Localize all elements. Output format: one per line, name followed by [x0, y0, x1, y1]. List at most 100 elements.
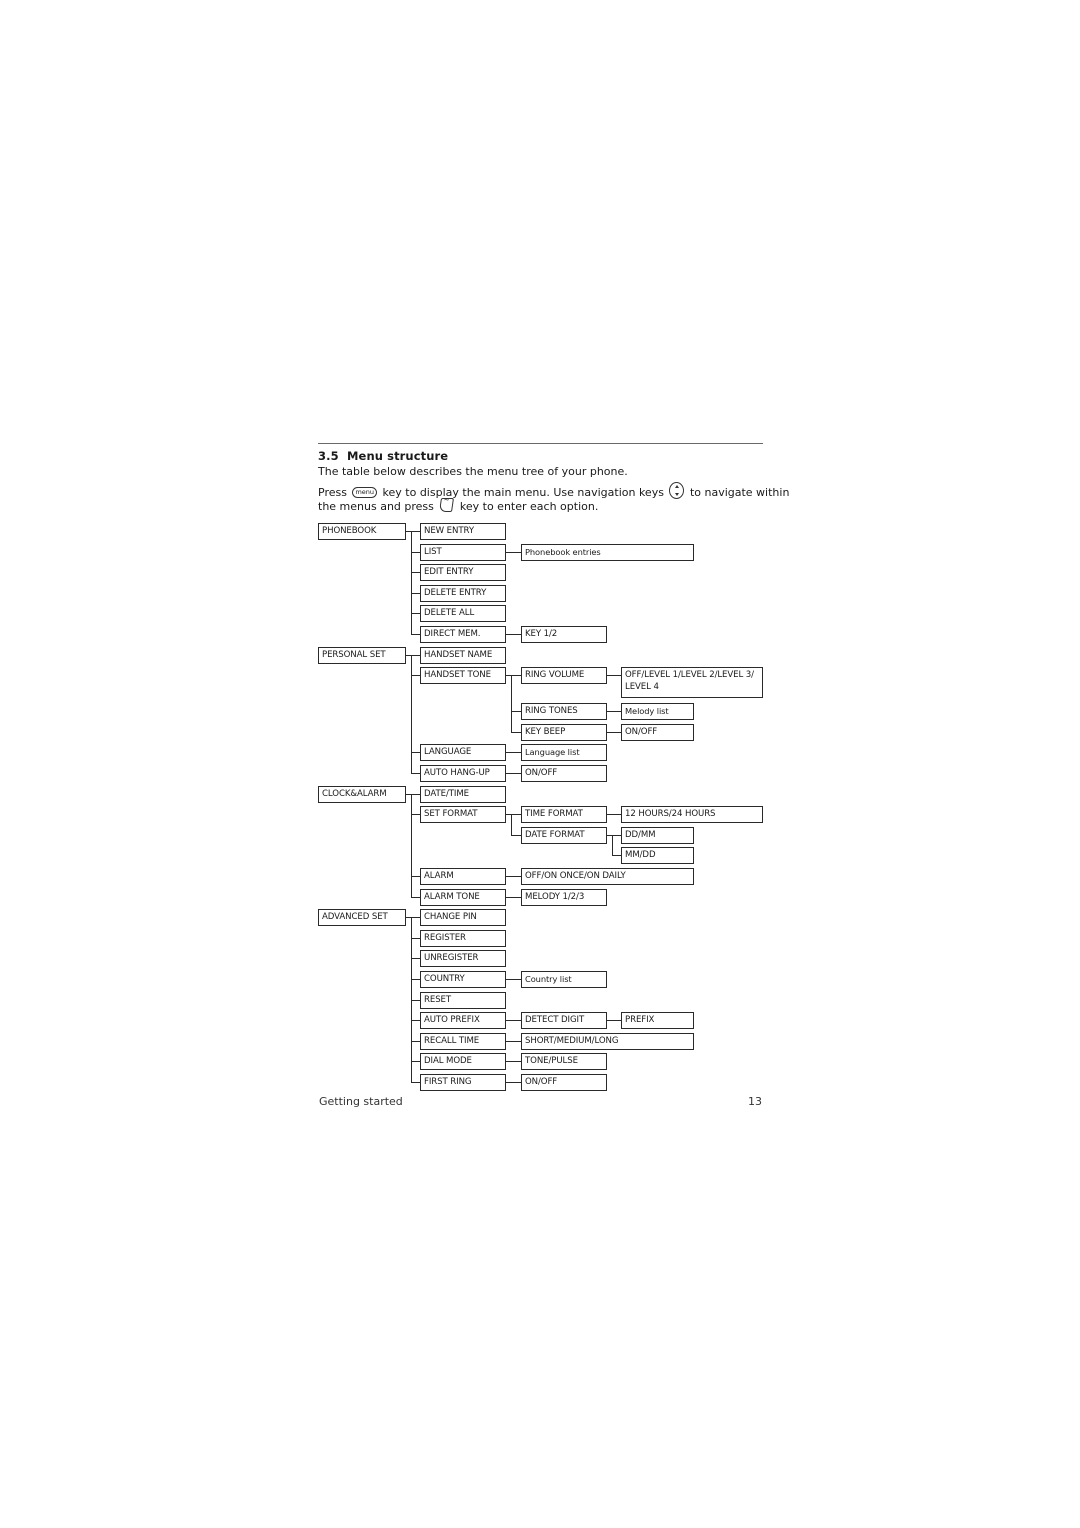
connector-branch	[612, 732, 621, 733]
menu-category-box: ADVANCED SET	[318, 909, 406, 926]
menu-option-box: RING TONES	[521, 703, 607, 720]
connector-branch	[511, 814, 521, 815]
connector-branch	[511, 1020, 521, 1021]
connector-branch	[411, 979, 420, 980]
connector-trunk	[511, 814, 512, 836]
menu-option-box: 12 HOURS/24 HOURS	[621, 806, 763, 823]
connector-branch	[612, 675, 621, 676]
connector-branch	[411, 1082, 420, 1083]
footer-section-name: Getting started	[319, 1095, 403, 1108]
instruction-line-2: the menus and press key to enter each op…	[318, 498, 598, 513]
page-number: 13	[748, 1095, 762, 1108]
intro-text: The table below describes the menu tree …	[318, 465, 628, 478]
section-number: 3.5	[318, 449, 339, 463]
connector-branch	[511, 773, 521, 774]
connector-branch	[511, 897, 521, 898]
menu-key-icon: menu	[352, 487, 378, 498]
menu-option-box: ON/OFF	[621, 724, 694, 741]
connector-branch	[411, 1061, 420, 1062]
menu-option-box: DD/MM	[621, 827, 694, 844]
connector-branch	[411, 1020, 420, 1021]
connector-branch	[612, 711, 621, 712]
menu-option-box: MELODY 1/2/3	[521, 889, 607, 906]
menu-option-box: AUTO HANG-UP	[420, 765, 506, 782]
menu-option-box: KEY 1/2	[521, 626, 607, 643]
menu-option-box: AUTO PREFIX	[420, 1012, 506, 1029]
connector-branch	[511, 1061, 521, 1062]
menu-option-box: DATE/TIME	[420, 786, 506, 803]
navigation-keys-icon	[669, 482, 685, 499]
connector-branch	[411, 773, 420, 774]
connector-branch	[511, 1082, 521, 1083]
menu-option-box: OFF/LEVEL 1/LEVEL 2/LEVEL 3/ LEVEL 4	[621, 667, 763, 698]
connector-branch	[411, 794, 420, 795]
menu-option-box: TONE/PULSE	[521, 1053, 607, 1070]
connector-branch	[411, 814, 420, 815]
menu-option-box: HANDSET TONE	[420, 667, 506, 684]
menu-option-box: LANGUAGE	[420, 744, 506, 761]
menu-option-box: KEY BEEP	[521, 724, 607, 741]
connector-branch	[511, 1041, 521, 1042]
menu-option-box: DELETE ENTRY	[420, 585, 506, 602]
connector-trunk	[511, 675, 512, 733]
connector-branch	[411, 917, 420, 918]
menu-option-box: SHORT/MEDIUM/LONG	[521, 1033, 694, 1050]
connector-branch	[511, 979, 521, 980]
menu-option-box: RESET	[420, 992, 506, 1009]
menu-option-box: Melody list	[621, 703, 694, 720]
section-rule	[318, 443, 763, 444]
menu-option-box: UNREGISTER	[420, 950, 506, 967]
menu-option-box: ON/OFF	[521, 1074, 607, 1091]
connector-branch	[411, 876, 420, 877]
connector-branch	[511, 675, 521, 676]
menu-option-box: LIST	[420, 544, 506, 561]
menu-option-box: DETECT DIGIT	[521, 1012, 607, 1029]
connector-branch	[411, 675, 420, 676]
connector-branch	[612, 814, 621, 815]
menu-option-box: DIRECT MEM.	[420, 626, 506, 643]
section-title: Menu structure	[347, 449, 449, 463]
menu-option-box: DIAL MODE	[420, 1053, 506, 1070]
menu-option-box: REGISTER	[420, 930, 506, 947]
menu-option-box: MM/DD	[621, 847, 694, 864]
connector-branch	[612, 835, 621, 836]
connector-branch	[411, 958, 420, 959]
connector-branch	[411, 634, 420, 635]
menu-option-box: OFF/ON ONCE/ON DAILY	[521, 868, 694, 885]
menu-option-box: EDIT ENTRY	[420, 564, 506, 581]
connector-branch	[612, 1020, 621, 1021]
menu-option-box: SET FORMAT	[420, 806, 506, 823]
connector-trunk	[411, 655, 412, 774]
connector-branch	[411, 613, 420, 614]
instruction-text: key to enter each option.	[459, 500, 599, 513]
menu-option-box: ALARM TONE	[420, 889, 506, 906]
instruction-text: to navigate within	[689, 486, 790, 499]
connector-branch	[511, 752, 521, 753]
connector-trunk	[411, 794, 412, 898]
connector-branch	[411, 1041, 420, 1042]
connector-branch	[411, 897, 420, 898]
menu-option-box: HANDSET NAME	[420, 647, 506, 664]
connector-branch	[411, 1000, 420, 1001]
menu-option-box: FIRST RING	[420, 1074, 506, 1091]
menu-option-box: DELETE ALL	[420, 605, 506, 622]
connector-trunk	[411, 531, 412, 635]
menu-option-box: ALARM	[420, 868, 506, 885]
connector-branch	[411, 552, 420, 553]
connector-branch	[511, 552, 521, 553]
menu-option-box: RECALL TIME	[420, 1033, 506, 1050]
connector-branch	[411, 938, 420, 939]
connector-branch	[411, 531, 420, 532]
menu-option-box: RING VOLUME	[521, 667, 607, 684]
menu-option-box: CHANGE PIN	[420, 909, 506, 926]
connector-branch	[612, 855, 621, 856]
menu-category-box: CLOCK&ALARM	[318, 786, 406, 803]
menu-option-box: PREFIX	[621, 1012, 694, 1029]
menu-category-box: PHONEBOOK	[318, 523, 406, 540]
ok-key-icon	[439, 498, 455, 512]
menu-category-box: PERSONAL SET	[318, 647, 406, 664]
connector-branch	[411, 752, 420, 753]
connector-trunk	[612, 835, 613, 856]
instruction-text: the menus and press	[318, 500, 434, 513]
menu-option-box: ON/OFF	[521, 765, 607, 782]
